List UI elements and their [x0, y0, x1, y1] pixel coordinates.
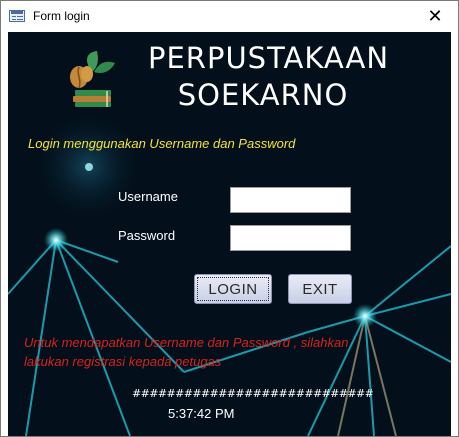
login-window: Form login ✕ PERPUSTAKAAN SOEKARNO Login…: [0, 0, 459, 437]
close-button[interactable]: ✕: [412, 1, 458, 32]
clock-label: 5:37:42 PM: [168, 406, 235, 421]
password-input[interactable]: [230, 225, 351, 251]
username-label: Username: [118, 189, 178, 204]
heading-line-1: PERPUSTAKAAN: [148, 41, 390, 75]
username-input[interactable]: [230, 187, 351, 213]
login-instruction: Login menggunakan Username dan Password: [28, 136, 296, 151]
password-label: Password: [118, 228, 176, 243]
form-icon: [9, 10, 25, 22]
exit-button[interactable]: EXIT: [288, 274, 352, 304]
window-title: Form login: [33, 9, 90, 23]
close-icon: ✕: [427, 6, 443, 26]
registration-notice: Untuk mendapatkan Username dan Password …: [24, 333, 404, 371]
books-leaf-logo-icon: [70, 51, 115, 107]
app-heading: PERPUSTAKAAN SOEKARNO: [148, 40, 390, 114]
notice-line-2: lakukan registrasi kepada petugas: [24, 354, 222, 369]
heading-line-2: SOEKARNO: [177, 78, 349, 112]
title-bar[interactable]: Form login ✕: [1, 1, 458, 32]
login-button[interactable]: LOGIN: [194, 274, 272, 304]
hash-placeholder-text: ############################: [132, 387, 374, 400]
form-client-area: PERPUSTAKAAN SOEKARNO Login menggunakan …: [8, 32, 451, 436]
notice-line-1: Untuk mendapatkan Username dan Password …: [24, 335, 349, 350]
